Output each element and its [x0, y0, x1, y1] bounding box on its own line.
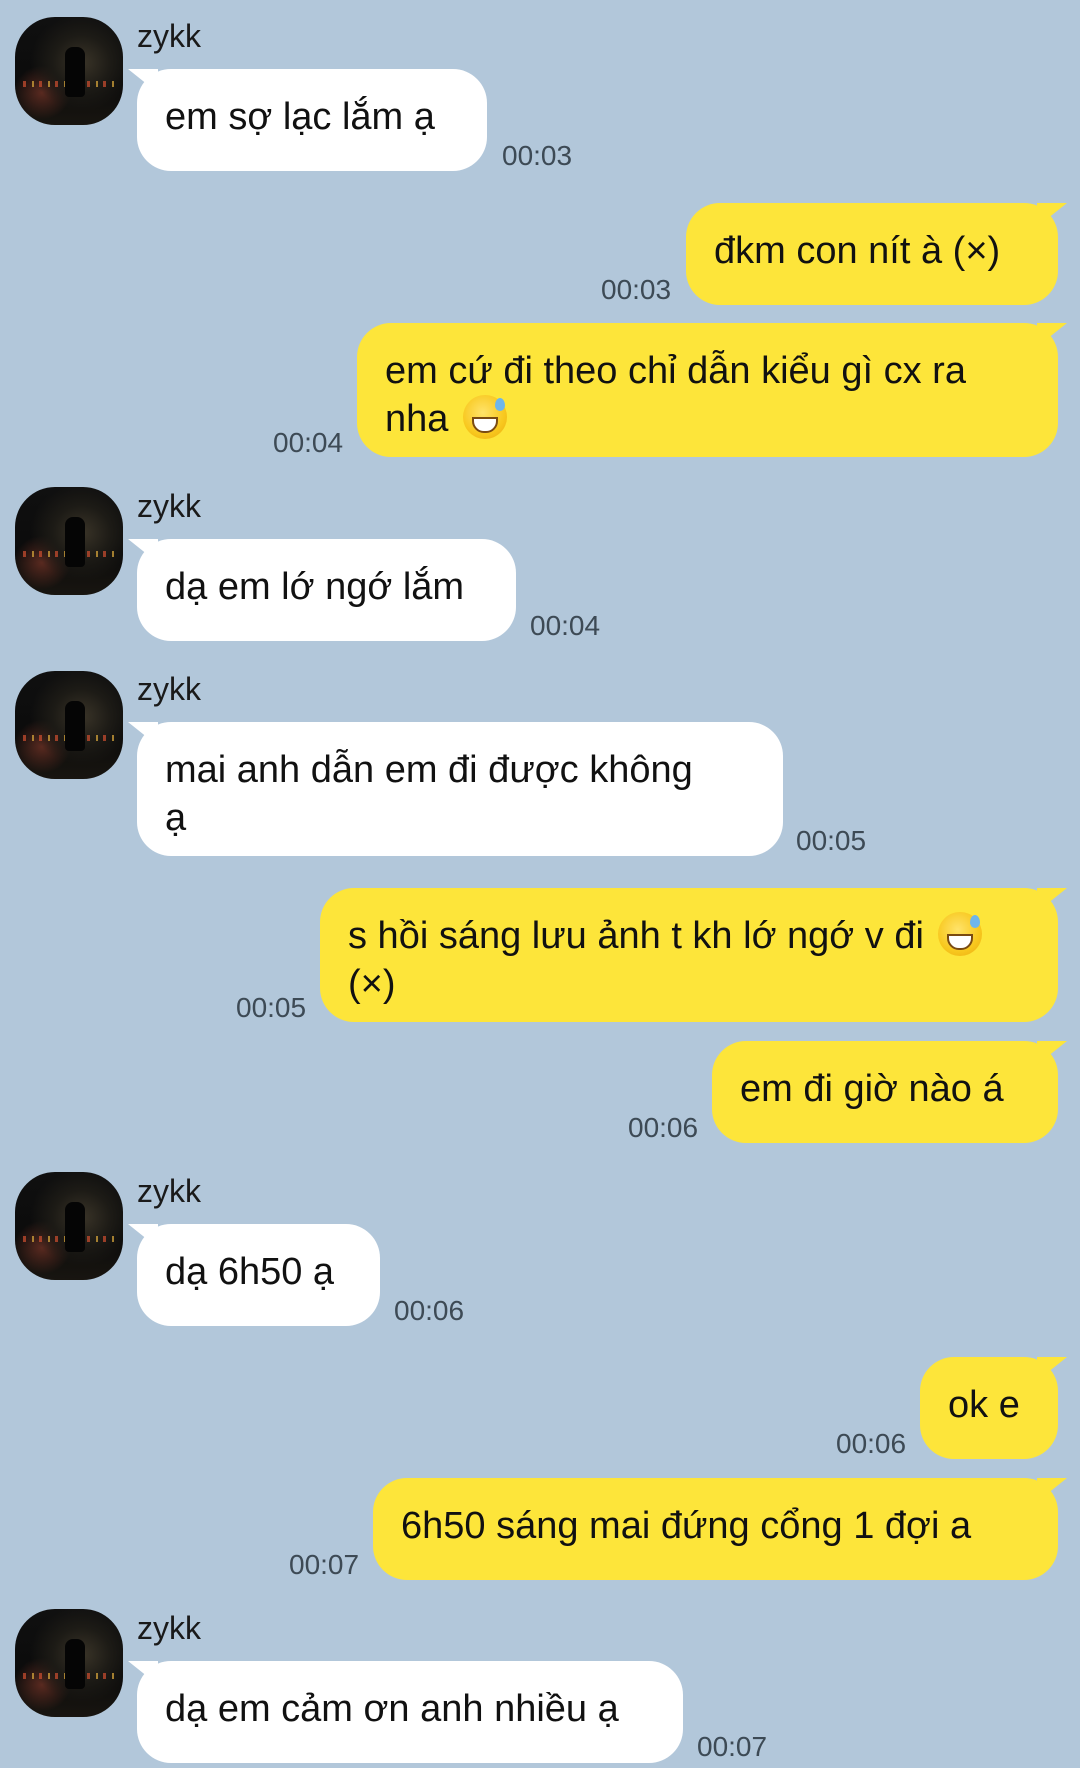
outgoing-message-bubble[interactable]: ok e	[920, 1357, 1067, 1459]
message-timestamp: 00:06	[394, 1295, 465, 1326]
contact-avatar[interactable]	[15, 487, 123, 595]
outgoing-message-bubble[interactable]: em cứ đi theo chỉ dẫn kiểu gì cx ra nha	[357, 323, 1067, 457]
incoming-message-bubble[interactable]: em sợ lạc lắm ạ	[128, 69, 487, 171]
message-text-line: nha	[385, 398, 449, 440]
contact-avatar[interactable]	[15, 1172, 123, 1280]
contact-avatar[interactable]	[15, 671, 123, 779]
message-timestamp: 00:03	[601, 274, 672, 305]
incoming-message-bubble[interactable]: dạ 6h50 ạ	[128, 1224, 380, 1326]
outgoing-message-bubble[interactable]: đkm con nít à (×)	[686, 203, 1067, 305]
outgoing-message-bubble[interactable]: s hồi sáng lưu ảnh t kh lớ ngớ v đi (×)	[320, 888, 1067, 1022]
message-timestamp: 00:06	[836, 1428, 907, 1459]
message-timestamp: 00:07	[289, 1549, 360, 1580]
outgoing-message-bubble[interactable]: 6h50 sáng mai đứng cổng 1 đợi a	[373, 1478, 1067, 1580]
message-timestamp: 00:04	[530, 610, 601, 641]
message-text: đkm con nít à (×)	[714, 230, 1001, 272]
message-text: 6h50 sáng mai đứng cổng 1 đợi a	[401, 1505, 972, 1547]
message-text-line: ạ	[165, 797, 187, 839]
message-text-line: s hồi sáng lưu ảnh t kh lớ ngớ v đi	[348, 915, 924, 957]
message-timestamp: 00:04	[273, 427, 344, 458]
outgoing-message-bubble[interactable]: em đi giờ nào á	[712, 1041, 1067, 1143]
message-text: em sợ lạc lắm ạ	[165, 96, 435, 138]
contact-avatar[interactable]	[15, 17, 123, 125]
sender-name: zykk	[137, 488, 201, 524]
message-text-line: (×)	[348, 963, 396, 1005]
sender-name: zykk	[137, 18, 201, 54]
message-timestamp: 00:07	[697, 1731, 768, 1762]
sender-name: zykk	[137, 1173, 201, 1209]
chat-thread[interactable]: zykk em sợ lạc lắm ạ 00:03 đkm con nít à…	[0, 0, 1080, 1768]
message-text: em đi giờ nào á	[740, 1068, 1004, 1110]
incoming-message-bubble[interactable]: dạ em cảm ơn anh nhiều ạ	[128, 1661, 683, 1763]
message-text-line: em cứ đi theo chỉ dẫn kiểu gì cx ra	[385, 350, 966, 392]
grinning-sweat-emoji-icon	[938, 912, 983, 956]
message-text-line: mai anh dẫn em đi được không	[165, 749, 693, 791]
sender-name: zykk	[137, 671, 201, 707]
incoming-message-bubble[interactable]: dạ em lớ ngớ lắm	[128, 539, 516, 641]
message-timestamp: 00:05	[236, 992, 307, 1023]
sender-name: zykk	[137, 1610, 201, 1646]
message-timestamp: 00:06	[628, 1112, 699, 1143]
message-timestamp: 00:03	[502, 140, 573, 171]
message-text: dạ em lớ ngớ lắm	[165, 566, 465, 608]
message-text: dạ em cảm ơn anh nhiều ạ	[165, 1688, 619, 1730]
message-text: dạ 6h50 ạ	[165, 1251, 335, 1293]
message-timestamp: 00:05	[796, 825, 867, 856]
contact-avatar[interactable]	[15, 1609, 123, 1717]
message-text: ok e	[948, 1384, 1020, 1426]
grinning-sweat-emoji-icon	[462, 395, 507, 439]
incoming-message-bubble[interactable]: mai anh dẫn em đi được không ạ	[128, 722, 783, 856]
